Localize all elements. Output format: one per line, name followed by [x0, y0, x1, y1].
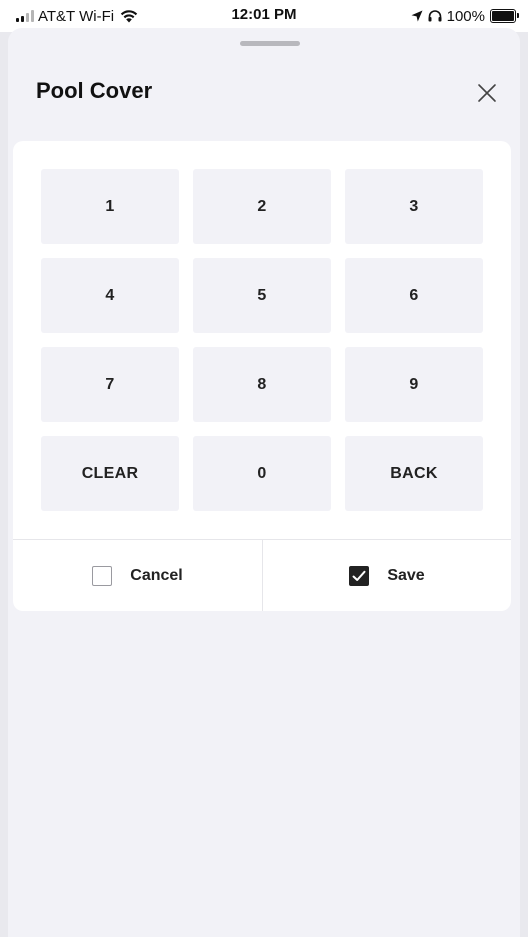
sheet-grabber[interactable] — [240, 41, 300, 46]
key-0[interactable]: 0 — [193, 436, 331, 511]
keypad-card: 1 2 3 4 5 6 7 8 9 CLEAR 0 BACK Cancel Sa… — [13, 141, 511, 611]
location-arrow-icon — [411, 10, 423, 22]
key-2[interactable]: 2 — [193, 169, 331, 244]
cancel-button[interactable]: Cancel — [13, 540, 262, 611]
close-button[interactable] — [472, 78, 502, 108]
back-button[interactable]: BACK — [345, 436, 483, 511]
key-8[interactable]: 8 — [193, 347, 331, 422]
clear-button[interactable]: CLEAR — [41, 436, 179, 511]
carrier-label: AT&T Wi-Fi — [38, 7, 115, 25]
close-icon — [478, 84, 496, 102]
battery-icon — [490, 9, 519, 23]
key-5[interactable]: 5 — [193, 258, 331, 333]
save-checkbox — [349, 565, 370, 586]
cancel-label: Cancel — [130, 566, 183, 584]
key-1[interactable]: 1 — [41, 169, 179, 244]
status-left: AT&T Wi-Fi — [16, 6, 138, 26]
save-label: Save — [387, 566, 425, 584]
wifi-icon — [120, 10, 138, 23]
sheet-title: Pool Cover — [36, 78, 153, 103]
cancel-checkbox — [92, 565, 113, 586]
battery-percent: 100% — [446, 7, 485, 25]
battery-fill — [492, 11, 514, 21]
key-3[interactable]: 3 — [345, 169, 483, 244]
key-4[interactable]: 4 — [41, 258, 179, 333]
key-6[interactable]: 6 — [345, 258, 483, 333]
headphones-icon — [428, 10, 442, 22]
save-button[interactable]: Save — [263, 540, 511, 611]
keypad: 1 2 3 4 5 6 7 8 9 CLEAR 0 BACK — [41, 169, 483, 511]
checkmark-icon — [352, 570, 366, 581]
cellular-signal-icon — [16, 10, 34, 22]
status-right: 100% — [411, 6, 519, 26]
key-9[interactable]: 9 — [345, 347, 483, 422]
key-7[interactable]: 7 — [41, 347, 179, 422]
